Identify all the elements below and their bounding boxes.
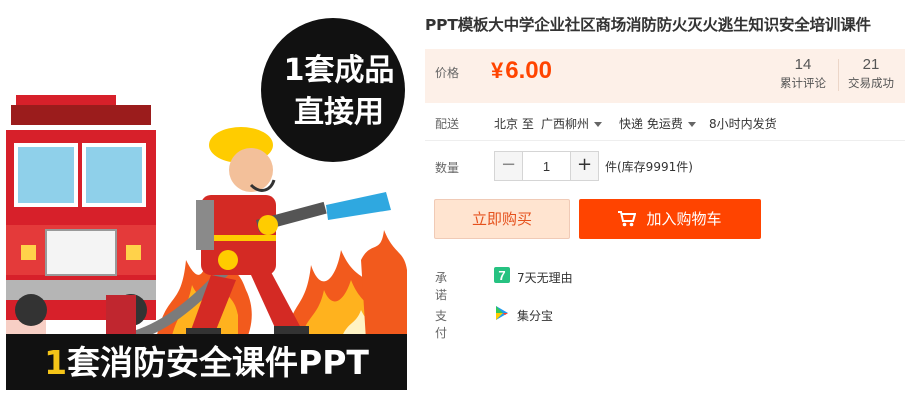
- reviews-label: 累计评论: [780, 76, 826, 90]
- price-box: 价格 ¥6.00 14 累计评论 21 交易成功: [425, 49, 905, 103]
- ship-to-dropdown[interactable]: 广西柳州: [541, 115, 603, 132]
- reviews-stat[interactable]: 14 累计评论: [775, 55, 839, 91]
- seven-day-return-icon[interactable]: 7: [494, 267, 510, 283]
- product-title: PPT模板大中学企业社区商场消防防火灭火逃生知识安全培训课件: [425, 16, 871, 34]
- chevron-down-icon: [594, 122, 603, 127]
- stock-info: 件(库存9991件): [605, 160, 693, 174]
- chevron-down-icon: [687, 122, 696, 127]
- sold-stat: 21 交易成功: [843, 55, 899, 91]
- buy-now-button[interactable]: 立即购买: [434, 199, 570, 239]
- decrease-button[interactable]: −: [495, 152, 522, 180]
- badge-text: 1套成品 直接用: [283, 53, 395, 130]
- ship-method-dropdown[interactable]: 快递 免运费: [619, 115, 696, 132]
- quantity-stepper: − +: [494, 151, 599, 181]
- ship-from: 北京 至: [494, 117, 534, 131]
- jifenbao-icon[interactable]: [494, 305, 510, 321]
- divider: [425, 140, 905, 141]
- reviews-count: 14: [794, 56, 812, 73]
- svg-text:7: 7: [498, 268, 505, 283]
- sold-label: 交易成功: [848, 76, 894, 90]
- add-to-cart-button[interactable]: 加入购物车: [579, 199, 761, 239]
- increase-button[interactable]: +: [571, 152, 598, 180]
- banner-text: 1套消防安全课件PPT: [44, 343, 369, 382]
- sold-count: 21: [862, 56, 880, 73]
- shipping-row: 配送 北京 至 广西柳州 快递 免运费 8小时内发货: [425, 110, 905, 136]
- promise-text[interactable]: 7天无理由: [517, 269, 573, 286]
- product-image[interactable]: 1套成品 直接用 1套消防安全课件PPT: [6, 10, 407, 390]
- fire-truck-graphic: [6, 95, 156, 340]
- shipping-label: 配送: [435, 117, 460, 131]
- promise-label: 承诺: [435, 271, 448, 302]
- quantity-label: 数量: [435, 161, 460, 175]
- price-value: ¥6.00: [491, 57, 552, 84]
- payment-text[interactable]: 集分宝: [517, 307, 553, 324]
- quantity-row: 数量 − + 件(库存9991件): [425, 150, 905, 181]
- dispatch-time: 8小时内发货: [709, 117, 777, 131]
- payment-label: 支付: [435, 309, 448, 340]
- price-label: 价格: [435, 66, 460, 80]
- quantity-input[interactable]: [522, 152, 571, 180]
- cart-icon: [618, 211, 637, 227]
